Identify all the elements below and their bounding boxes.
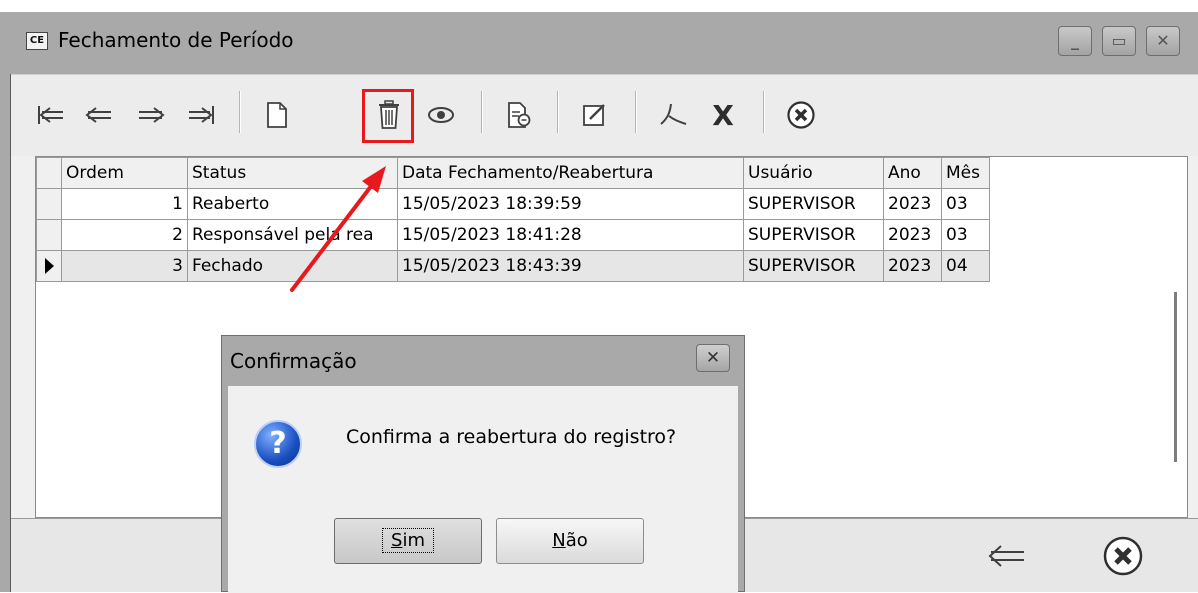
- pdf-icon: [660, 103, 687, 125]
- toolbar-separator: [557, 91, 559, 133]
- grid-header-row: Ordem Status Data Fechamento/Reabertura …: [36, 157, 990, 189]
- cell-mes: 03: [941, 219, 990, 251]
- maximize-icon: ▭: [1111, 31, 1127, 50]
- last-record-button[interactable]: [179, 95, 223, 135]
- table-row[interactable]: 1 Reaberto 15/05/2023 18:39:59 SUPERVISO…: [36, 188, 990, 220]
- title-bar: CE Fechamento de Período _ ▭ ✕: [0, 12, 1198, 74]
- toolbar: X: [11, 74, 1198, 156]
- dialog-message: Confirma a reabertura do registro?: [346, 426, 677, 448]
- delete-button-highlight: [362, 89, 414, 143]
- first-icon: [38, 106, 63, 124]
- yes-rest: im: [402, 530, 425, 551]
- toolbar-separator: [763, 91, 765, 133]
- cell-mes: 03: [941, 188, 990, 220]
- eye-icon: [428, 107, 454, 123]
- app-icon: CE: [26, 32, 48, 50]
- first-record-button[interactable]: [29, 95, 73, 135]
- toolbar-separator: [239, 91, 241, 133]
- header-indicator: [36, 157, 62, 189]
- dialog-title: Confirmação: [230, 349, 357, 373]
- cell-ano: 2023: [883, 188, 942, 220]
- cell-ordem: 2: [61, 219, 188, 251]
- toolbar-separator: [635, 91, 637, 133]
- minimize-icon: _: [1071, 31, 1079, 50]
- row-indicator: [36, 250, 62, 282]
- toolbar-separator: [481, 91, 483, 133]
- table-row-selected[interactable]: 3 Fechado 15/05/2023 18:43:39 SUPERVISOR…: [36, 250, 990, 282]
- cell-status: Reaberto: [187, 188, 398, 220]
- column-header-mes[interactable]: Mês: [941, 157, 990, 189]
- new-button[interactable]: [255, 95, 299, 135]
- column-header-ordem[interactable]: Ordem: [61, 157, 188, 189]
- no-mnemonic: N: [552, 530, 566, 551]
- column-header-data[interactable]: Data Fechamento/Reabertura: [397, 157, 744, 189]
- close-icon: ✕: [1156, 31, 1170, 50]
- row-pointer-icon: [45, 258, 54, 274]
- column-header-status[interactable]: Status: [187, 157, 398, 189]
- column-header-usuario[interactable]: Usuário: [743, 157, 884, 189]
- column-header-ano[interactable]: Ano: [883, 157, 942, 189]
- cell-ordem: 3: [61, 250, 188, 282]
- new-document-icon: [267, 102, 287, 128]
- back-arrow-icon: [988, 545, 1024, 567]
- pdf-button[interactable]: [651, 95, 695, 135]
- vertical-scrollbar[interactable]: [1174, 292, 1177, 462]
- cell-data: 15/05/2023 18:43:39: [397, 250, 744, 282]
- no-rest: ão: [565, 530, 588, 551]
- dialog-body: ? Confirma a reabertura do registro? Sim…: [228, 386, 738, 593]
- cell-ordem: 1: [61, 188, 188, 220]
- cell-usuario: SUPERVISOR: [743, 250, 884, 282]
- next-record-button[interactable]: [129, 95, 173, 135]
- cell-status: Responsável pela rea: [187, 219, 398, 251]
- edit-icon: [583, 104, 605, 126]
- row-indicator: [36, 188, 62, 220]
- cell-ano: 2023: [883, 219, 942, 251]
- cell-mes: 04: [941, 250, 990, 282]
- cell-ano: 2023: [883, 250, 942, 282]
- last-icon: [189, 106, 214, 124]
- table-row[interactable]: 2 Responsável pela rea 15/05/2023 18:41:…: [36, 219, 990, 251]
- previous-icon: [85, 107, 111, 123]
- cell-usuario: SUPERVISOR: [743, 219, 884, 251]
- close-form-bottom-button[interactable]: [1097, 533, 1149, 579]
- cell-data: 15/05/2023 18:41:28: [397, 219, 744, 251]
- minimize-button[interactable]: _: [1058, 26, 1092, 56]
- cell-usuario: SUPERVISOR: [743, 188, 884, 220]
- close-icon: ✕: [705, 348, 721, 368]
- cell-data: 15/05/2023 18:39:59: [397, 188, 744, 220]
- dialog-close-button[interactable]: ✕: [696, 344, 730, 372]
- edit-button[interactable]: [573, 95, 617, 135]
- maximize-button[interactable]: ▭: [1102, 26, 1136, 56]
- back-button[interactable]: [981, 533, 1033, 579]
- yes-button-label: Sim: [382, 528, 434, 553]
- report-button[interactable]: [497, 95, 541, 135]
- view-button[interactable]: [419, 95, 463, 135]
- report-icon: [508, 102, 531, 128]
- window-title: Fechamento de Período: [58, 28, 294, 52]
- excel-button[interactable]: X: [701, 95, 745, 135]
- close-button[interactable]: ✕: [1146, 26, 1180, 56]
- yes-mnemonic: S: [391, 530, 403, 551]
- yes-button[interactable]: Sim: [334, 518, 482, 564]
- confirmation-dialog: Confirmação ✕ ? Confirma a reabertura do…: [221, 335, 745, 593]
- next-icon: [139, 107, 165, 123]
- cell-status: Fechado: [187, 250, 398, 282]
- close-form-button[interactable]: [779, 95, 823, 135]
- question-icon: ?: [254, 420, 302, 468]
- excel-x-icon: X: [712, 98, 734, 132]
- row-indicator: [36, 219, 62, 251]
- close-circle-icon: [1103, 536, 1143, 576]
- previous-record-button[interactable]: [77, 95, 121, 135]
- no-button[interactable]: Não: [496, 518, 644, 564]
- close-circle-icon: [787, 101, 815, 129]
- no-button-label: Não: [552, 530, 588, 551]
